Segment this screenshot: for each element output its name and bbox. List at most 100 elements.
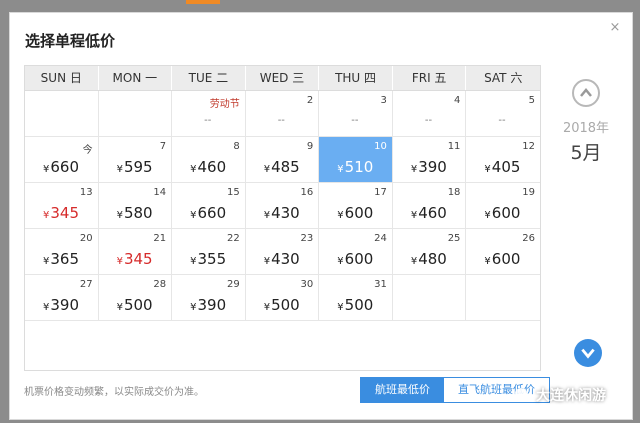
- currency-symbol: ¥: [43, 256, 50, 267]
- price-unavailable: --: [277, 115, 285, 126]
- currency-symbol: ¥: [190, 164, 197, 175]
- currency-symbol: ¥: [337, 256, 344, 267]
- chevron-down-glyph: [581, 348, 595, 359]
- price-unavailable: --: [424, 115, 433, 126]
- toggle-lowest-price[interactable]: 航班最低价: [361, 378, 444, 402]
- day-price: ¥460: [411, 204, 447, 222]
- calendar-day[interactable]: 5 --: [466, 91, 540, 137]
- day-price: ¥430: [264, 250, 300, 268]
- currency-symbol: ¥: [263, 164, 271, 175]
- currency-symbol: ¥: [190, 210, 197, 221]
- calendar-day: [392, 275, 467, 321]
- calendar-day[interactable]: 9 ¥485: [245, 137, 320, 183]
- calendar-day[interactable]: 16 ¥430: [245, 183, 320, 229]
- price-amount: 405: [491, 158, 521, 176]
- day-number: 25: [447, 233, 461, 244]
- day-price: ¥510: [337, 158, 373, 176]
- price-amount: 365: [50, 250, 80, 268]
- day-price: ¥600: [484, 250, 520, 268]
- price-amount: 390: [50, 296, 80, 314]
- currency-symbol: ¥: [263, 256, 271, 267]
- day-number: 30: [300, 279, 314, 290]
- currency-symbol: ¥: [484, 164, 491, 175]
- currency-symbol: ¥: [190, 302, 197, 313]
- calendar-day[interactable]: 27 ¥390: [25, 275, 99, 321]
- day-price: ¥485: [264, 158, 300, 176]
- calendar-day[interactable]: 29 ¥390: [172, 275, 246, 321]
- price-amount: 660: [50, 158, 80, 176]
- day-price: ¥500: [117, 296, 153, 314]
- calendar-day[interactable]: 8 ¥460: [172, 137, 246, 183]
- day-price: ¥405: [484, 158, 520, 176]
- day-number: 26: [522, 233, 535, 244]
- day-number: 18: [447, 187, 461, 198]
- day-number: 14: [153, 187, 167, 198]
- currency-symbol: ¥: [116, 164, 123, 175]
- wechat-watermark: 大连休闲游: [514, 385, 606, 405]
- calendar-day[interactable]: 13 ¥345: [25, 183, 99, 229]
- calendar-day[interactable]: 17 ¥600: [319, 183, 393, 229]
- price-amount: 430: [271, 250, 300, 268]
- day-price: ¥390: [190, 296, 226, 314]
- calendar-day[interactable]: 11 ¥390: [392, 137, 467, 183]
- chevron-up-glyph: [580, 88, 592, 97]
- price-amount: 660: [197, 204, 227, 222]
- price-amount: 430: [271, 204, 300, 222]
- day-price: ¥580: [117, 204, 153, 222]
- calendar-day[interactable]: 4 --: [392, 91, 467, 137]
- calendar-day[interactable]: 26 ¥600: [466, 229, 540, 275]
- calendar-day[interactable]: 28 ¥500: [98, 275, 173, 321]
- weekday-header-cell: SAT 六: [484, 71, 523, 85]
- calendar-day[interactable]: 12 ¥405: [466, 137, 540, 183]
- currency-symbol: ¥: [116, 210, 123, 221]
- calendar-day[interactable]: 20 ¥365: [25, 229, 99, 275]
- currency-symbol: ¥: [410, 256, 418, 267]
- currency-symbol: ¥: [337, 164, 344, 175]
- day-number: 2: [306, 95, 314, 106]
- calendar-day: [25, 91, 99, 137]
- calendar-day[interactable]: 30 ¥500: [245, 275, 320, 321]
- chevron-down-circle-icon[interactable]: [574, 339, 602, 367]
- price-unavailable: --: [204, 115, 212, 126]
- calendar-day[interactable]: 3 --: [319, 91, 393, 137]
- calendar-day[interactable]: 19 ¥600: [466, 183, 540, 229]
- price-amount: 500: [271, 296, 300, 314]
- calendar-day[interactable]: 劳动节 --: [172, 91, 246, 137]
- calendar-day[interactable]: 24 ¥600: [319, 229, 393, 275]
- calendar-day[interactable]: 今 ¥660: [25, 137, 99, 183]
- calendar-day[interactable]: 25 ¥480: [392, 229, 467, 275]
- low-price-calendar-dialog: 选择单程低价 × SUN 日 MON 一 TUE 二 WED 三 THU 四 FRI 五S…: [9, 12, 633, 420]
- calendar-day[interactable]: 22 ¥355: [172, 229, 246, 275]
- day-price: ¥460: [190, 158, 226, 176]
- price-amount: 500: [344, 296, 374, 314]
- calendar-day: [466, 275, 540, 321]
- calendar-day[interactable]: 15 ¥660: [172, 183, 246, 229]
- calendar-day[interactable]: 2 --: [245, 91, 320, 137]
- day-number: 8: [233, 141, 240, 152]
- price-unavailable: --: [498, 115, 506, 126]
- day-number: 10: [374, 141, 387, 152]
- day-number: 4: [454, 95, 461, 106]
- day-number: 21: [153, 233, 167, 244]
- close-icon[interactable]: ×: [608, 21, 622, 35]
- calendar-day[interactable]: 21 ¥345: [98, 229, 173, 275]
- price-amount: 500: [123, 296, 153, 314]
- calendar-day[interactable]: 23 ¥430: [245, 229, 320, 275]
- dialog-title: 选择单程低价: [25, 32, 116, 50]
- price-amount: 460: [197, 158, 227, 176]
- day-price: ¥500: [337, 296, 373, 314]
- weekday-header-cell: THU 四: [319, 66, 393, 90]
- calendar-day[interactable]: 18 ¥460: [392, 183, 467, 229]
- day-number: 11: [447, 141, 461, 152]
- currency-symbol: ¥: [410, 210, 418, 221]
- weekday-header-cell: SUN 日: [25, 66, 99, 90]
- calendar-day-selected[interactable]: 10 ¥510: [319, 137, 393, 183]
- price-unavailable: --: [351, 115, 359, 126]
- calendar-day[interactable]: 14 ¥580: [98, 183, 173, 229]
- currency-symbol: ¥: [337, 302, 344, 313]
- calendar-day[interactable]: 7 ¥595: [98, 137, 173, 183]
- day-number: 今: [82, 145, 93, 156]
- calendar-day[interactable]: 31 ¥500: [319, 275, 393, 321]
- chevron-up-circle-icon[interactable]: [572, 79, 600, 107]
- day-number: 13: [79, 187, 93, 198]
